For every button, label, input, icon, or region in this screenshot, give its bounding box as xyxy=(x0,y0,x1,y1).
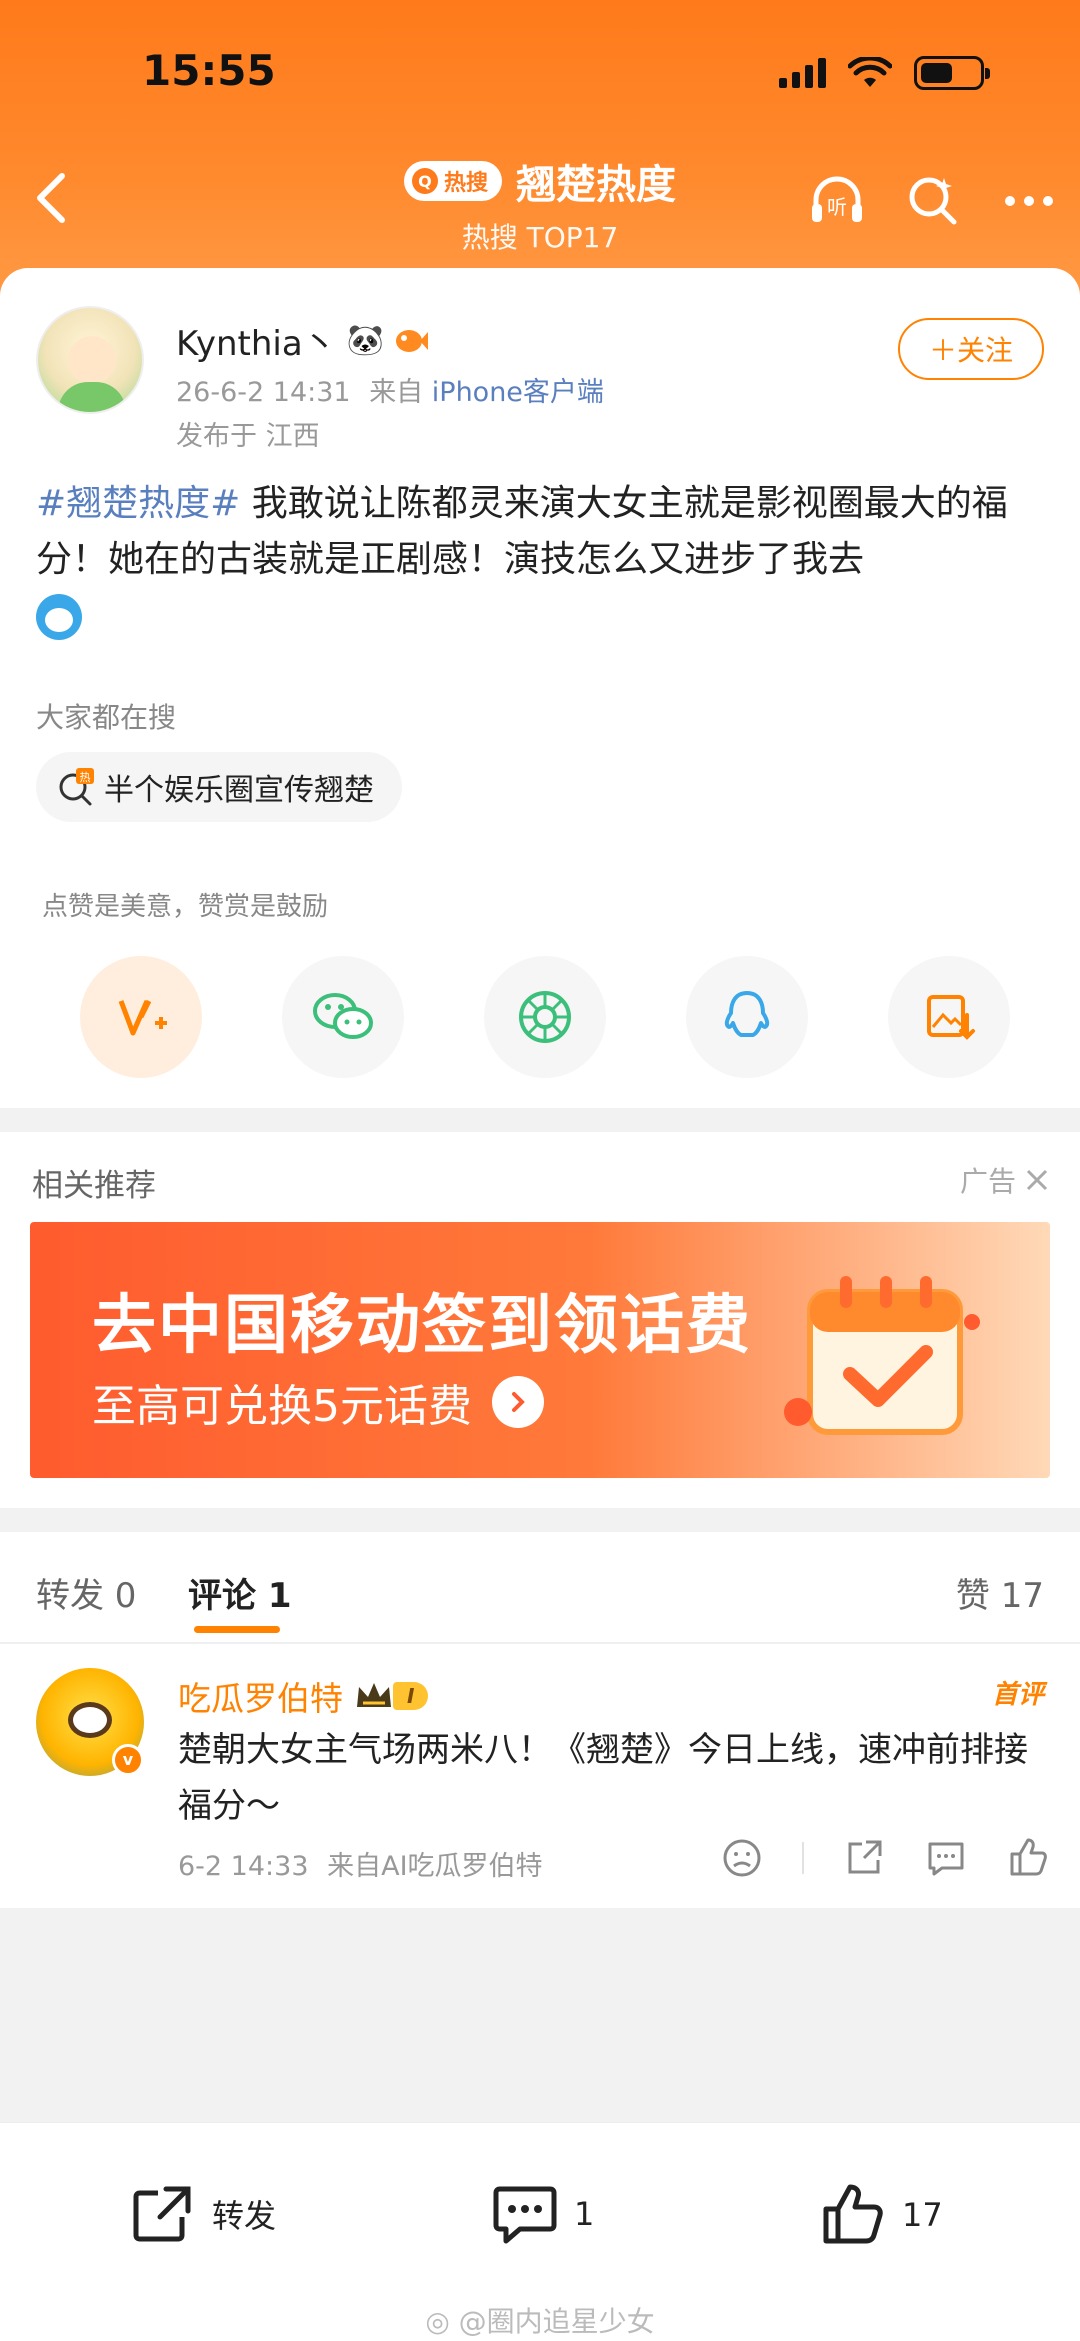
bottom-comment-count: 1 xyxy=(574,2195,595,2233)
bottom-like-count: 17 xyxy=(902,2196,943,2234)
header: 15:55 Q 热搜 翘楚热度 热搜 TOP17 听 xyxy=(0,0,1080,300)
bottom-like-button[interactable]: 17 xyxy=(820,2183,943,2247)
ad-label: 广告 xyxy=(959,1165,1016,1198)
search-icon: Q xyxy=(411,168,438,194)
post-meta: 26-6-2 14:31 来自 iPhone客户端 xyxy=(176,370,604,409)
watermark-text: @圈内追星少女 xyxy=(458,2305,655,2338)
search-icon[interactable] xyxy=(902,170,964,232)
thumbs-up-icon xyxy=(823,2184,883,2244)
commenter-avatar[interactable]: v xyxy=(36,1668,144,1776)
tab-repost[interactable]: 转发 0 xyxy=(36,1568,136,1617)
reward-icon xyxy=(118,999,167,1036)
level-badge: I xyxy=(393,1682,429,1710)
recommend-title: 相关推荐 xyxy=(32,1168,156,1204)
post-hashtag[interactable]: #翘楚热度# xyxy=(36,483,240,524)
calendar-check-icon xyxy=(784,1276,980,1435)
tab-likes[interactable]: 赞 17 xyxy=(956,1568,1044,1617)
save-image-button[interactable] xyxy=(888,956,1010,1078)
search-chip[interactable]: 热 半个娱乐圈宣传翘楚 xyxy=(36,752,402,822)
close-icon[interactable] xyxy=(1024,1167,1050,1193)
bottom-repost-button[interactable]: 转发 xyxy=(130,2183,276,2245)
post-source[interactable]: iPhone客户端 xyxy=(432,377,604,408)
wechat-share-button[interactable] xyxy=(282,956,404,1078)
bottom-comment-button[interactable]: 1 xyxy=(492,2183,594,2245)
post-time: 26-6-2 14:31 xyxy=(176,377,351,408)
tab-comments[interactable]: 评论 1 xyxy=(188,1568,292,1617)
author-name-row[interactable]: Kynthia丶 🐼 xyxy=(176,316,429,365)
banner-title: 去中国移动签到领话费 xyxy=(92,1289,752,1363)
chevron-right-icon xyxy=(492,1376,544,1428)
post-card: Kynthia丶 🐼 26-6-2 14:31 来自 iPhone客户端 发布于… xyxy=(0,268,1080,1108)
author-avatar[interactable] xyxy=(36,306,144,414)
qq-icon xyxy=(724,991,770,1037)
doraemon-emoji-icon xyxy=(36,594,82,640)
ad-banner[interactable]: 去中国移动签到领话费 至高可兑换5元话费 xyxy=(30,1222,1050,1478)
reply-icon[interactable] xyxy=(924,1836,968,1880)
comment-source: 来自AI吃瓜罗伯特 xyxy=(327,1851,543,1882)
comments-section: 转发 0 评论 1 赞 17 v 吃瓜罗伯特 I 首评 楚朝大女主气场两米八！《… xyxy=(0,1532,1080,1908)
hot-search-icon: 热 xyxy=(59,768,94,806)
share-icon[interactable] xyxy=(842,1836,886,1880)
search-chip-text[interactable]: 半个娱乐圈宣传翘楚 xyxy=(104,765,374,809)
save-image-icon xyxy=(927,995,975,1040)
comment-meta: 6-2 14:33 来自AI吃瓜罗伯特 xyxy=(178,1844,543,1883)
weibo-logo-icon: ◎ xyxy=(425,2305,450,2338)
watermark: ◎ @圈内追星少女 xyxy=(0,2300,1080,2340)
hot-search-badge: Q 热搜 xyxy=(403,161,502,201)
moments-share-button[interactable] xyxy=(484,956,606,1078)
reward-tip: 点赞是美意，赞赏是鼓励 xyxy=(42,892,329,922)
comment-time: 6-2 14:33 xyxy=(178,1851,309,1882)
page-title: 翘楚热度 xyxy=(516,162,676,208)
dislike-face-icon[interactable] xyxy=(720,1836,764,1880)
post-body: #翘楚热度# 我敢说让陈都灵来演大女主就是影视圈最大的福分！她在的古装就是正剧感… xyxy=(36,476,1046,644)
signal-icon xyxy=(779,58,826,88)
tabs-divider xyxy=(0,1642,1080,1644)
author-name[interactable]: Kynthia丶 xyxy=(176,316,337,365)
svg-text:热: 热 xyxy=(80,771,91,784)
commenter-name-row[interactable]: 吃瓜罗伯特 I xyxy=(178,1672,429,1720)
crown-icon: I xyxy=(355,1679,429,1713)
listen-icon[interactable]: 听 xyxy=(806,170,868,232)
post-location: 发布于 江西 xyxy=(176,421,320,452)
follow-button[interactable]: ＋关注 xyxy=(898,318,1044,380)
verified-badge-icon: v xyxy=(112,1744,144,1776)
banner-subtitle: 至高可兑换5元话费 xyxy=(92,1370,544,1434)
svg-text:听: 听 xyxy=(827,195,847,219)
share-row xyxy=(80,956,1010,1078)
more-icon[interactable] xyxy=(998,170,1060,232)
panda-badge-icon: 🐼 xyxy=(346,323,385,358)
comment-text: 楚朝大女主气场两米八！《翘楚》今日上线，速冲前排接福分～ xyxy=(178,1730,1028,1826)
moments-icon xyxy=(519,991,571,1043)
action-separator xyxy=(802,1842,804,1874)
tab-active-indicator xyxy=(194,1626,280,1633)
battery-icon xyxy=(914,56,990,90)
reward-button[interactable] xyxy=(80,956,202,1078)
commenter-name[interactable]: 吃瓜罗伯特 xyxy=(178,1672,343,1720)
related-recommend: 相关推荐 广告 去中国移动签到领话费 至高可兑换5元话费 xyxy=(0,1132,1080,1508)
wechat-icon xyxy=(313,993,373,1039)
first-comment-badge: 首评 xyxy=(991,1680,1044,1710)
ad-close[interactable]: 广告 xyxy=(960,1160,1050,1200)
header-actions: 听 xyxy=(806,170,1060,232)
post-source-prefix: 来自 xyxy=(369,377,424,408)
wifi-icon xyxy=(848,57,892,87)
comment-actions xyxy=(720,1836,1050,1880)
status-icons xyxy=(779,56,990,90)
search-label: 大家都在搜 xyxy=(36,701,177,734)
comment-icon xyxy=(493,2186,557,2244)
fish-badge-icon xyxy=(396,329,429,352)
like-icon[interactable] xyxy=(1006,1836,1050,1880)
bottom-repost-label: 转发 xyxy=(212,2197,277,2235)
qq-share-button[interactable] xyxy=(686,956,808,1078)
repost-icon xyxy=(133,2186,191,2242)
status-time: 15:55 xyxy=(142,46,276,95)
